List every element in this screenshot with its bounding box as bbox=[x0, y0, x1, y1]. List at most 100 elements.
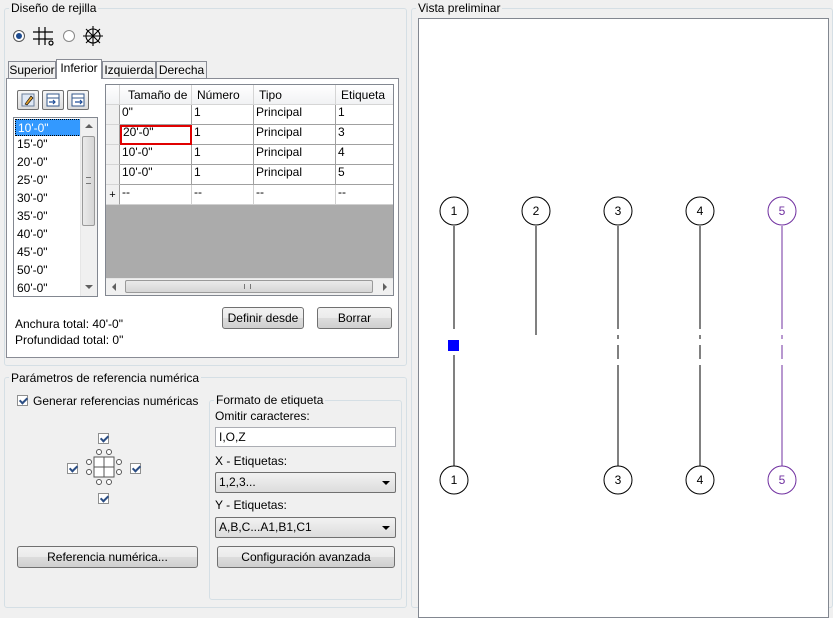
table-cell[interactable]: Principal bbox=[254, 165, 336, 185]
list-item[interactable]: 30'-0" bbox=[15, 190, 81, 207]
label-format-title: Formato de etiqueta bbox=[214, 393, 326, 407]
radio-radial-grid[interactable] bbox=[63, 30, 75, 42]
omit-characters-value: I,O,Z bbox=[219, 430, 246, 444]
list-scrollbar[interactable] bbox=[80, 118, 97, 296]
table-cell[interactable]: 4 bbox=[336, 145, 393, 165]
table-cell[interactable]: 0" bbox=[120, 105, 192, 125]
table-cell[interactable]: 1 bbox=[336, 105, 393, 125]
row-header-corner bbox=[106, 85, 120, 105]
grid-preview-drawing: 1 2 3 4 5 1 3 4 5 bbox=[439, 196, 797, 495]
scroll-thumb[interactable] bbox=[82, 136, 95, 226]
grid-design-title: Diseño de rejilla bbox=[9, 1, 99, 15]
preview-title: Vista preliminar bbox=[416, 1, 503, 15]
list-item[interactable]: 35'-0" bbox=[15, 208, 81, 225]
list-item[interactable]: 45'-0" bbox=[15, 244, 81, 261]
list-item[interactable]: 60'-0" bbox=[15, 280, 81, 296]
table-cell[interactable]: 10'-0" bbox=[120, 145, 192, 165]
delete-button[interactable]: Borrar bbox=[317, 307, 392, 329]
top-bubble-label: 2 bbox=[533, 204, 540, 218]
bubble-reference-button[interactable]: Referencia numérica... bbox=[17, 546, 198, 568]
right-bubble-checkbox[interactable] bbox=[130, 463, 141, 474]
scroll-thumb[interactable] bbox=[125, 280, 373, 293]
scroll-left-icon[interactable] bbox=[112, 283, 116, 291]
x-labels-value: 1,2,3... bbox=[219, 475, 256, 489]
bottom-bubble-label: 5 bbox=[779, 473, 786, 487]
table-cell[interactable]: 1 bbox=[192, 165, 254, 185]
define-from-label: Definir desde bbox=[227, 311, 299, 325]
chevron-down-icon bbox=[382, 526, 390, 530]
bubble-reference-label: Referencia numérica... bbox=[47, 550, 168, 564]
column-header-number[interactable]: Número bbox=[192, 85, 254, 105]
new-row-cell[interactable]: -- bbox=[192, 185, 254, 205]
table-cell[interactable]: Principal bbox=[254, 125, 336, 145]
bottom-bubble-label: 1 bbox=[451, 473, 458, 487]
insert-row-button[interactable] bbox=[42, 90, 64, 110]
preview-canvas[interactable]: 1 2 3 4 5 1 3 4 5 bbox=[418, 18, 829, 618]
append-row-icon bbox=[71, 93, 85, 107]
table-cell[interactable]: Principal bbox=[254, 105, 336, 125]
tab-inferior[interactable]: Inferior bbox=[56, 59, 102, 79]
orthogonal-grid-icon bbox=[32, 26, 54, 49]
radio-orthogonal-grid[interactable] bbox=[13, 30, 25, 42]
scroll-down-icon[interactable] bbox=[85, 285, 93, 289]
list-item[interactable]: 10'-0" bbox=[15, 119, 81, 136]
define-from-button[interactable]: Definir desde bbox=[222, 307, 304, 329]
top-bubble-checkbox[interactable] bbox=[98, 433, 109, 444]
table-cell-selected[interactable]: 20'-0" bbox=[120, 125, 192, 145]
list-item[interactable]: 50'-0" bbox=[15, 262, 81, 279]
column-header-type[interactable]: Tipo bbox=[254, 85, 336, 105]
grip-square bbox=[448, 340, 459, 351]
list-item[interactable]: 25'-0" bbox=[15, 172, 81, 189]
list-item[interactable]: 20'-0" bbox=[15, 154, 81, 171]
advanced-settings-button[interactable]: Configuración avanzada bbox=[217, 546, 395, 568]
list-item[interactable]: 15'-0" bbox=[15, 136, 81, 153]
new-row-marker[interactable]: + bbox=[106, 185, 120, 205]
bubble-params-title: Parámetros de referencia numérica bbox=[9, 371, 202, 385]
column-header-size[interactable]: Tamaño de bbox=[120, 85, 192, 105]
row-header[interactable] bbox=[106, 165, 120, 185]
append-row-button[interactable] bbox=[67, 90, 89, 110]
new-row-cell[interactable]: -- bbox=[254, 185, 336, 205]
radial-grid-icon bbox=[82, 25, 104, 50]
row-header[interactable] bbox=[106, 145, 120, 165]
tab-derecha[interactable]: Derecha bbox=[156, 61, 207, 78]
table-cell[interactable]: 1 bbox=[192, 105, 254, 125]
total-depth-label: Profundidad total: 0" bbox=[15, 333, 124, 347]
table-cell[interactable]: 10'-0" bbox=[120, 165, 192, 185]
new-row-cell[interactable]: -- bbox=[336, 185, 393, 205]
table-cell[interactable]: 3 bbox=[336, 125, 393, 145]
bottom-bubble-label: 4 bbox=[697, 473, 704, 487]
tab-izquierda[interactable]: Izquierda bbox=[102, 61, 156, 78]
scroll-up-icon[interactable] bbox=[85, 124, 93, 128]
x-labels-label: X - Etiquetas: bbox=[215, 454, 288, 468]
new-row-cell[interactable]: -- bbox=[120, 185, 192, 205]
total-width-label: Anchura total: 40'-0" bbox=[15, 317, 123, 331]
generate-bubbles-label[interactable]: Generar referencias numéricas bbox=[33, 394, 198, 408]
size-listbox[interactable]: 10'-0" 15'-0" 20'-0" 25'-0" 30'-0" 35'-0… bbox=[13, 117, 98, 297]
edit-labels-button[interactable] bbox=[17, 90, 39, 110]
scroll-right-icon[interactable] bbox=[383, 283, 387, 291]
advanced-settings-label: Configuración avanzada bbox=[241, 550, 371, 564]
y-labels-dropdown[interactable]: A,B,C...A1,B1,C1 bbox=[215, 517, 396, 538]
row-header[interactable] bbox=[106, 105, 120, 125]
bottom-bubble-checkbox[interactable] bbox=[98, 493, 109, 504]
column-header-label[interactable]: Etiqueta bbox=[336, 85, 393, 105]
pencil-icon bbox=[21, 93, 35, 107]
grid-spacing-table[interactable]: Tamaño de Número Tipo Etiqueta 0" 1 Prin… bbox=[105, 84, 394, 296]
row-header[interactable] bbox=[106, 125, 120, 145]
table-horizontal-scrollbar[interactable] bbox=[106, 278, 393, 295]
omit-characters-input[interactable]: I,O,Z bbox=[215, 427, 396, 447]
top-bubble-label: 3 bbox=[615, 204, 622, 218]
table-cell[interactable]: Principal bbox=[254, 145, 336, 165]
x-labels-dropdown[interactable]: 1,2,3... bbox=[215, 472, 396, 493]
left-bubble-checkbox[interactable] bbox=[67, 463, 78, 474]
y-labels-value: A,B,C...A1,B1,C1 bbox=[219, 520, 312, 534]
generate-bubbles-checkbox[interactable] bbox=[17, 395, 28, 406]
tab-superior[interactable]: Superior bbox=[8, 61, 56, 78]
table-cell[interactable]: 1 bbox=[192, 145, 254, 165]
table-cell[interactable]: 1 bbox=[192, 125, 254, 145]
y-labels-label: Y - Etiquetas: bbox=[215, 498, 287, 512]
delete-label: Borrar bbox=[337, 311, 372, 325]
list-item[interactable]: 40'-0" bbox=[15, 226, 81, 243]
table-cell[interactable]: 5 bbox=[336, 165, 393, 185]
